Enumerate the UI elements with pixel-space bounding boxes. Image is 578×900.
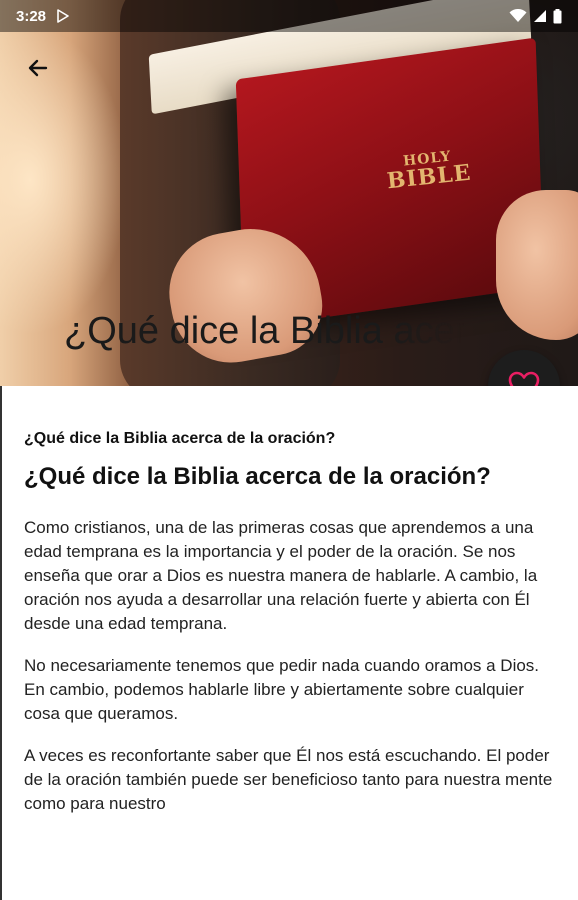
- article-paragraph: No necesariamente tenemos que pedir nada…: [24, 656, 540, 723]
- arrow-back-icon: [28, 59, 48, 77]
- hero-image: HOLY BIBLE ¿Qué dice la Biblia acerca de…: [0, 0, 578, 386]
- play-store-icon: [57, 9, 69, 23]
- article-paragraph: Como cristianos, una de las primeras cos…: [24, 518, 538, 633]
- status-time: 3:28: [16, 7, 47, 25]
- signal-icon: [534, 10, 546, 22]
- back-button[interactable]: [18, 48, 58, 88]
- article-heading: ¿Qué dice la Biblia acerca de la oración…: [24, 463, 491, 490]
- article-paragraph: A veces es reconfortante saber que Él no…: [24, 746, 553, 813]
- battery-icon: [553, 8, 562, 23]
- article-content[interactable]: ¿Qué dice la Biblia acerca de la oración…: [0, 386, 578, 900]
- status-bar: 3:28: [0, 0, 578, 32]
- article-subtitle: ¿Qué dice la Biblia acerca de la oración…: [24, 430, 336, 447]
- hero-hand-right: [496, 190, 578, 340]
- hero-title-overlay: ¿Qué dice la Biblia acerca de la oración…: [64, 310, 464, 352]
- status-icons: [509, 8, 562, 24]
- bible-cover-text: HOLY BIBLE: [384, 148, 473, 195]
- wifi-icon: [509, 9, 527, 22]
